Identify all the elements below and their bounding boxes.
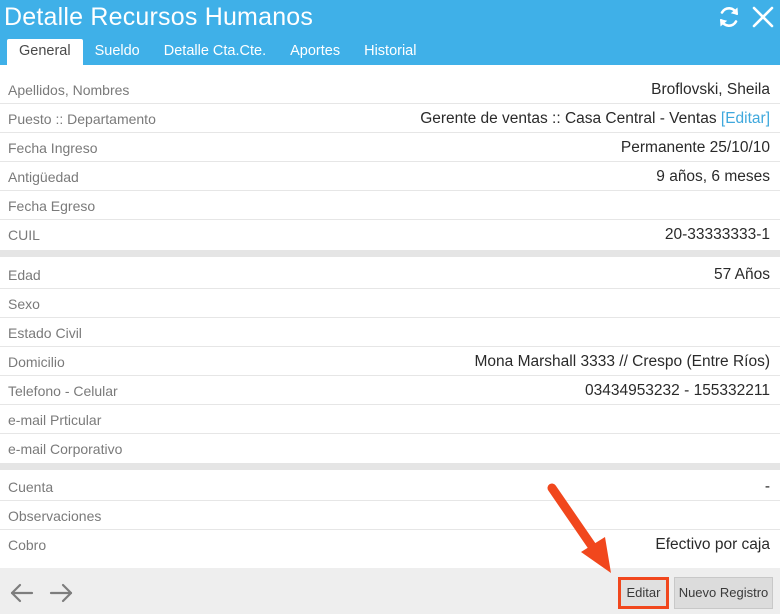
- close-icon[interactable]: [750, 4, 776, 30]
- field-label: Observaciones: [8, 508, 102, 524]
- field-row: Cobro Efectivo por caja: [0, 530, 780, 559]
- field-row: Fecha Egreso: [0, 191, 780, 220]
- field-label: Estado Civil: [8, 325, 82, 341]
- section-divider: [0, 250, 780, 257]
- field-row: CUIL 20-33333333-1: [0, 220, 780, 249]
- field-label: Telefono - Celular: [8, 383, 118, 399]
- field-row: Puesto :: Departamento Gerente de ventas…: [0, 104, 780, 133]
- field-value: Efectivo por caja: [655, 536, 770, 553]
- field-row: Sexo: [0, 289, 780, 318]
- field-label: Edad: [8, 267, 41, 283]
- field-row: Estado Civil: [0, 318, 780, 347]
- section-divider: [0, 463, 780, 470]
- tab-bar: General Sueldo Detalle Cta.Cte. Aportes …: [7, 39, 428, 65]
- field-label: Fecha Ingreso: [8, 140, 98, 156]
- tab-aportes[interactable]: Aportes: [278, 39, 352, 65]
- field-value: Broflovski, Sheila: [651, 81, 770, 98]
- tab-sueldo[interactable]: Sueldo: [83, 39, 152, 65]
- arrow-right-icon[interactable]: [48, 580, 74, 606]
- field-label: Cobro: [8, 537, 47, 553]
- section-contact: Edad 57 Años Sexo Estado Civil Domicilio…: [0, 260, 780, 463]
- field-label: e-mail Prticular: [8, 412, 102, 428]
- field-row: Cuenta -: [0, 472, 780, 501]
- field-row: Antigüedad 9 años, 6 meses: [0, 162, 780, 191]
- field-label: Antigüedad: [8, 169, 79, 185]
- field-row: Apellidos, Nombres Broflovski, Sheila: [0, 75, 780, 104]
- tab-detalle-cta-cte[interactable]: Detalle Cta.Cte.: [152, 39, 278, 65]
- field-row: e-mail Corporativo: [0, 434, 780, 463]
- field-value: Mona Marshall 3333 // Crespo (Entre Ríos…: [474, 353, 770, 370]
- field-value: 20-33333333-1: [664, 226, 770, 243]
- field-value: 9 años, 6 meses: [656, 168, 770, 185]
- field-label: Cuenta: [8, 479, 54, 495]
- field-row: Telefono - Celular 03434953232 - 1553322…: [0, 376, 780, 405]
- field-row: Domicilio Mona Marshall 3333 // Crespo (…: [0, 347, 780, 376]
- field-value: 03434953232 - 155332211: [584, 382, 770, 399]
- new-record-button[interactable]: Nuevo Registro: [674, 577, 773, 609]
- edit-button[interactable]: Editar: [618, 577, 669, 609]
- field-label: Fecha Egreso: [8, 198, 96, 214]
- field-label: e-mail Corporativo: [8, 441, 123, 457]
- field-label: CUIL: [8, 227, 40, 243]
- window-title: Detalle Recursos Humanos: [4, 3, 314, 31]
- field-row: Fecha Ingreso Permanente 25/10/10: [0, 133, 780, 162]
- field-row: Observaciones: [0, 501, 780, 530]
- field-value: -: [764, 478, 770, 495]
- window-header: Detalle Recursos Humanos General Sueldo …: [0, 0, 780, 65]
- tab-general[interactable]: General: [7, 39, 83, 65]
- refresh-icon[interactable]: [716, 4, 742, 30]
- field-row: e-mail Prticular: [0, 405, 780, 434]
- section-personal: Apellidos, Nombres Broflovski, Sheila Pu…: [0, 75, 780, 249]
- arrow-left-icon[interactable]: [9, 580, 35, 606]
- field-value: 57 Años: [713, 266, 770, 283]
- field-row: Edad 57 Años: [0, 260, 780, 289]
- section-payment: Cuenta - Observaciones Cobro Efectivo po…: [0, 472, 780, 559]
- field-label: Puesto :: Departamento: [8, 111, 156, 127]
- edit-position-link[interactable]: [Editar]: [721, 110, 770, 127]
- field-label: Apellidos, Nombres: [8, 82, 130, 98]
- field-value: Permanente 25/10/10: [620, 139, 770, 156]
- field-label: Domicilio: [8, 354, 65, 370]
- field-value: Gerente de ventas :: Casa Central - Vent…: [420, 110, 770, 128]
- tab-historial[interactable]: Historial: [352, 39, 428, 65]
- position-department-text: Gerente de ventas :: Casa Central - Vent…: [420, 110, 717, 127]
- field-label: Sexo: [8, 296, 40, 312]
